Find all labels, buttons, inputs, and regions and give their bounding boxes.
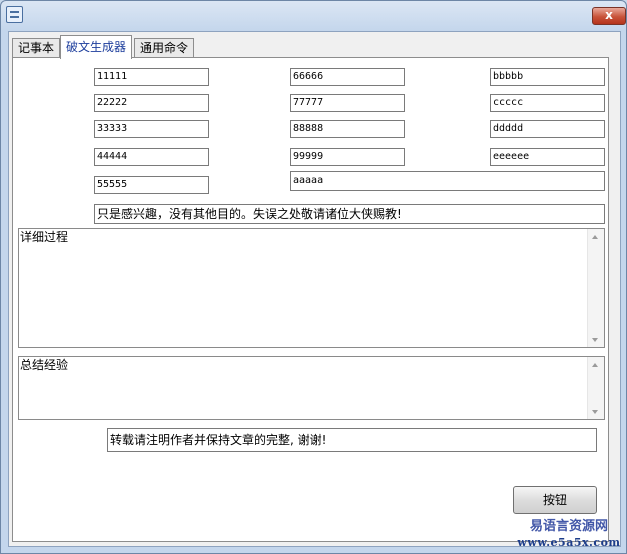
field-c3-2[interactable]: ccccc — [490, 94, 605, 112]
scroll-down-icon[interactable] — [592, 338, 598, 342]
field-c1-1[interactable]: 11111 — [94, 68, 209, 86]
field-c3-4[interactable]: eeeeee — [490, 148, 605, 166]
field-c1-5[interactable]: 55555 — [94, 176, 209, 194]
field-c3-1[interactable]: bbbbb — [490, 68, 605, 86]
watermark-title: 易语言资源网 — [529, 519, 608, 534]
field-c1-3[interactable]: 33333 — [94, 120, 209, 138]
field-c2-2[interactable]: 77777 — [290, 94, 405, 112]
tab-panel: 11111 22222 33333 44444 55555 66666 7777… — [12, 57, 609, 542]
client-area: 记事本 破文生成器 通用命令 11111 22222 33333 44444 5… — [8, 31, 621, 547]
app-icon — [6, 6, 23, 23]
close-button[interactable]: x — [592, 7, 626, 25]
field-c2-1[interactable]: 66666 — [290, 68, 405, 86]
field-c1-4[interactable]: 44444 — [94, 148, 209, 166]
field-c1-2[interactable]: 22222 — [94, 94, 209, 112]
scroll-down-icon[interactable] — [592, 410, 598, 414]
watermark-url: www.e5a5x.com — [517, 536, 621, 549]
summary-scrollbar[interactable] — [587, 357, 604, 419]
scroll-up-icon[interactable] — [592, 363, 598, 367]
summary-memo-text: 总结经验 — [20, 358, 69, 372]
action-button[interactable]: 按钮 — [513, 486, 597, 514]
field-c3-3[interactable]: ddddd — [490, 120, 605, 138]
tab-notepad[interactable]: 记事本 — [12, 38, 61, 58]
watermark-logo: 易语言资源网 www.e5a5x.com — [513, 519, 625, 551]
tab-crack-generator[interactable]: 破文生成器 — [60, 35, 133, 59]
scroll-up-icon[interactable] — [592, 235, 598, 239]
field-c2-4[interactable]: 99999 — [290, 148, 405, 166]
main-window: x 记事本 破文生成器 通用命令 11111 22222 33333 44444… — [0, 0, 627, 554]
detail-scrollbar[interactable] — [587, 229, 604, 347]
tab-common-commands[interactable]: 通用命令 — [134, 38, 195, 58]
detail-memo-text: 详细过程 — [20, 230, 69, 244]
summary-memo[interactable]: 总结经验 — [18, 356, 605, 420]
note-line: 只是感兴趣，没有其他目的。失误之处敬请诸位大侠赐教! — [94, 204, 605, 224]
detail-memo[interactable]: 详细过程 — [18, 228, 605, 348]
field-wide[interactable]: aaaaa — [290, 171, 605, 191]
field-c2-3[interactable]: 88888 — [290, 120, 405, 138]
footer-line: 转载请注明作者并保持文章的完整, 谢谢! — [107, 428, 597, 452]
